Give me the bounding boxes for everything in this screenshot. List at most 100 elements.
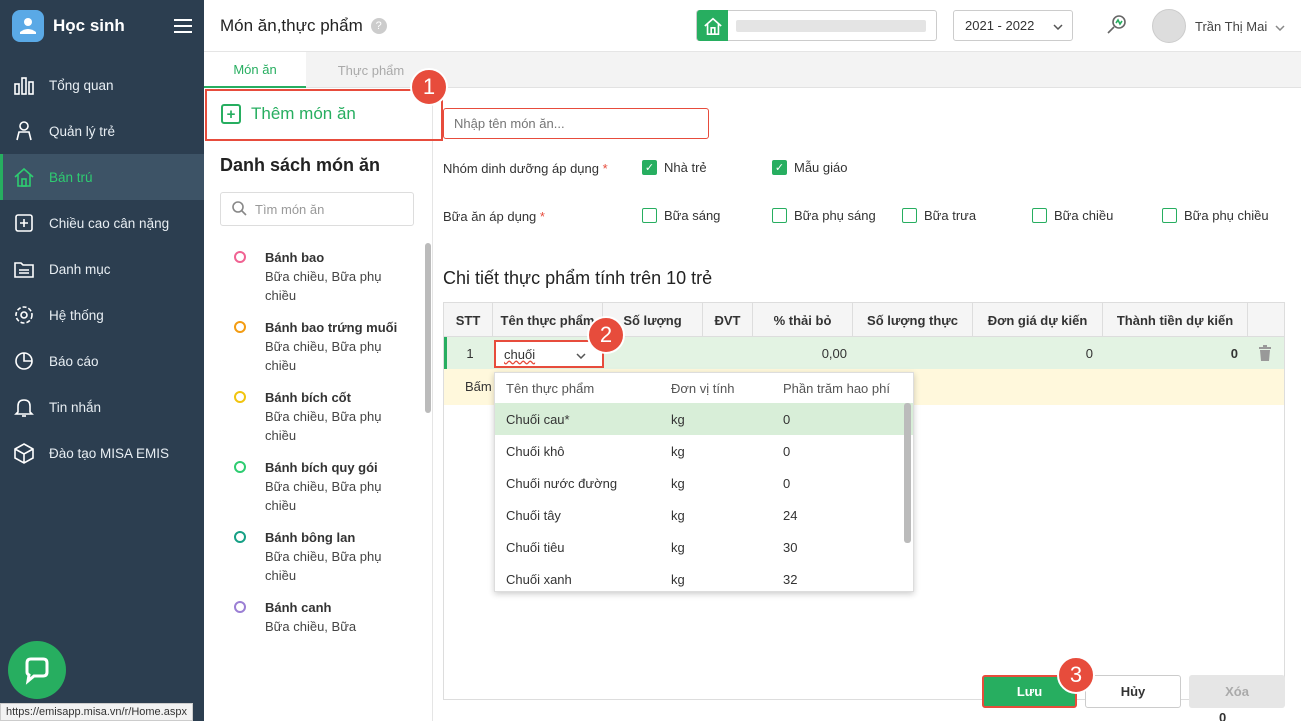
dish-list-panel: + Thêm món ăn Danh sách món ăn Tìm món ă… [204, 88, 433, 721]
tab-mon-an[interactable]: Món ăn [204, 52, 306, 88]
help-icon[interactable]: ? [370, 17, 387, 34]
dish-meals: Bữa chiều, Bữa [265, 619, 357, 634]
user-menu[interactable]: Trần Thị Mai [1152, 9, 1285, 43]
checkbox-mau-giao[interactable]: ✓ Mẫu giáo [772, 160, 847, 175]
dish-meals: Bữa chiều, Bữa phụ chiều [265, 269, 382, 303]
checkbox-empty-icon [642, 208, 657, 223]
folder-icon [12, 257, 36, 281]
dropdown-scrollbar[interactable] [904, 403, 911, 543]
checkbox-empty-icon [1032, 208, 1047, 223]
dish-dot-icon [234, 391, 246, 403]
sidebar-item-he-thong[interactable]: Hệ thống [0, 292, 204, 338]
school-selector[interactable] [696, 10, 937, 41]
sidebar-item-danh-muc[interactable]: Danh mục [0, 246, 204, 292]
list-item[interactable]: Bánh canh Bữa chiều, Bữa [234, 598, 414, 636]
checkbox-label: Nhà trẻ [664, 160, 707, 175]
sidebar-nav: Tổng quan Quản lý trẻ Bán trú Chiều cao … [0, 62, 204, 476]
dish-name-input[interactable] [443, 108, 709, 139]
dropdown-option[interactable]: Chuối khô kg 0 [495, 435, 913, 467]
list-item[interactable]: Bánh bông lan Bữa chiều, Bữa phụ chiều [234, 528, 414, 585]
option-unit: kg [671, 443, 685, 459]
hint-text: Bấm [465, 379, 492, 394]
nutrition-group-text: Nhóm dinh dưỡng áp dụng [443, 161, 599, 176]
search-activity-icon[interactable] [1102, 10, 1132, 40]
chevron-down-icon [576, 347, 586, 362]
sidebar-item-chieu-cao-can-nang[interactable]: Chiều cao cân nặng [0, 200, 204, 246]
plus-box-icon [12, 211, 36, 235]
checkbox-label: Bữa phụ sáng [794, 208, 876, 223]
sidebar-item-label: Đào tạo MISA EMIS [49, 445, 170, 461]
dish-list-scrollbar[interactable] [425, 243, 431, 413]
option-name: Chuối khô [506, 443, 565, 459]
user-name: Trần Thị Mai [1195, 18, 1268, 34]
dish-meals: Bữa chiều, Bữa phụ chiều [265, 339, 382, 373]
sidebar-item-tong-quan[interactable]: Tổng quan [0, 62, 204, 108]
dropdown-header: Tên thực phẩm Đơn vị tính Phần trăm hao … [495, 373, 913, 403]
school-year-select[interactable]: 2021 - 2022 [953, 10, 1073, 41]
dd-col-name: Tên thực phẩm [506, 380, 595, 396]
col-don-gia: Đơn giá dự kiến [973, 303, 1103, 337]
chat-bubble-icon[interactable] [8, 641, 66, 699]
sidebar-item-bao-cao[interactable]: Báo cáo [0, 338, 204, 384]
sidebar-item-quan-ly-tre[interactable]: Quản lý trẻ [0, 108, 204, 154]
option-unit: kg [671, 411, 685, 427]
chart-icon [12, 73, 36, 97]
dish-dot-icon [234, 321, 246, 333]
list-item[interactable]: Bánh bao trứng muối Bữa chiều, Bữa phụ c… [234, 318, 414, 375]
sidebar-item-ban-tru[interactable]: Bán trú [0, 154, 204, 200]
option-waste: 32 [783, 571, 798, 587]
school-year-value: 2021 - 2022 [965, 18, 1035, 33]
dish-search-placeholder: Tìm món ăn [255, 201, 325, 217]
cell-waste: 0,00 [821, 345, 847, 361]
sidebar-item-label: Danh mục [49, 261, 111, 277]
checkbox-bua-phu-sang[interactable]: Bữa phụ sáng [772, 208, 876, 223]
trash-icon[interactable] [1258, 337, 1278, 369]
food-name-input[interactable]: chuối [494, 340, 604, 368]
step-badge-1: 1 [410, 68, 448, 106]
meal-label: Bữa ăn áp dụng * [443, 209, 545, 224]
checkbox-bua-trua[interactable]: Bữa trưa [902, 208, 976, 223]
dish-name: Bánh bích cốt [265, 390, 351, 405]
checkbox-nha-tre[interactable]: ✓ Nhà trẻ [642, 160, 707, 175]
checkbox-bua-chieu[interactable]: Bữa chiều [1032, 208, 1113, 223]
dish-list: Bánh bao Bữa chiều, Bữa phụ chiều Bánh b… [234, 248, 414, 649]
dropdown-option[interactable]: Chuối tây kg 24 [495, 499, 913, 531]
sidebar-item-dao-tao[interactable]: Đào tạo MISA EMIS [0, 430, 204, 476]
list-item[interactable]: Bánh bích quy gói Bữa chiều, Bữa phụ chi… [234, 458, 414, 515]
sidebar-item-label: Bán trú [49, 169, 93, 185]
brand: Học sinh [0, 0, 204, 52]
delete-button[interactable]: Xóa [1189, 675, 1285, 708]
school-name-blurred [736, 19, 926, 32]
dish-search-input[interactable]: Tìm món ăn [220, 192, 414, 226]
school-home-icon [697, 10, 728, 41]
option-waste: 24 [783, 507, 798, 523]
checkbox-label: Bữa trưa [924, 208, 977, 223]
cell-price: 0 [1085, 345, 1093, 361]
checkbox-label: Bữa chiều [1054, 208, 1114, 223]
list-item[interactable]: Bánh bích cốt Bữa chiều, Bữa phụ chiều [234, 388, 414, 445]
hamburger-menu-icon[interactable] [174, 19, 192, 33]
header: Món ăn,thực phẩm ? 2021 - 2022 Trần Thị … [204, 0, 1301, 52]
col-so-luong-thuc: Số lượng thực [853, 303, 973, 337]
option-name: Chuối nước đường [506, 475, 618, 491]
checkbox-label: Bữa phụ chiều [1184, 208, 1269, 223]
home-icon [12, 165, 36, 189]
list-item[interactable]: Bánh bao Bữa chiều, Bữa phụ chiều [234, 248, 414, 305]
required-mark: * [602, 161, 608, 176]
dropdown-option[interactable]: Chuối tiêu kg 30 [495, 531, 913, 563]
checkbox-empty-icon [1162, 208, 1177, 223]
checkbox-bua-phu-chieu[interactable]: Bữa phụ chiều [1162, 208, 1269, 223]
cancel-button[interactable]: Hủy [1085, 675, 1181, 708]
tab-bar: Món ăn Thực phẩm [204, 52, 1301, 88]
cell-stt: 1 [466, 345, 474, 361]
dropdown-option[interactable]: Chuối nước đường kg 0 [495, 467, 913, 499]
dish-name: Bánh bao [265, 250, 325, 265]
dropdown-option[interactable]: Chuối cau* kg 0 [495, 403, 913, 435]
sidebar-item-label: Tổng quan [49, 77, 114, 93]
gear-icon [12, 303, 36, 327]
checkbox-bua-sang[interactable]: Bữa sáng [642, 208, 720, 223]
dropdown-option[interactable]: Chuối xanh kg 32 [495, 563, 913, 595]
sidebar-item-tin-nhan[interactable]: Tin nhắn [0, 384, 204, 430]
col-thai-bo: % thải bỏ [753, 303, 853, 337]
dd-col-unit: Đơn vị tính [671, 380, 735, 396]
